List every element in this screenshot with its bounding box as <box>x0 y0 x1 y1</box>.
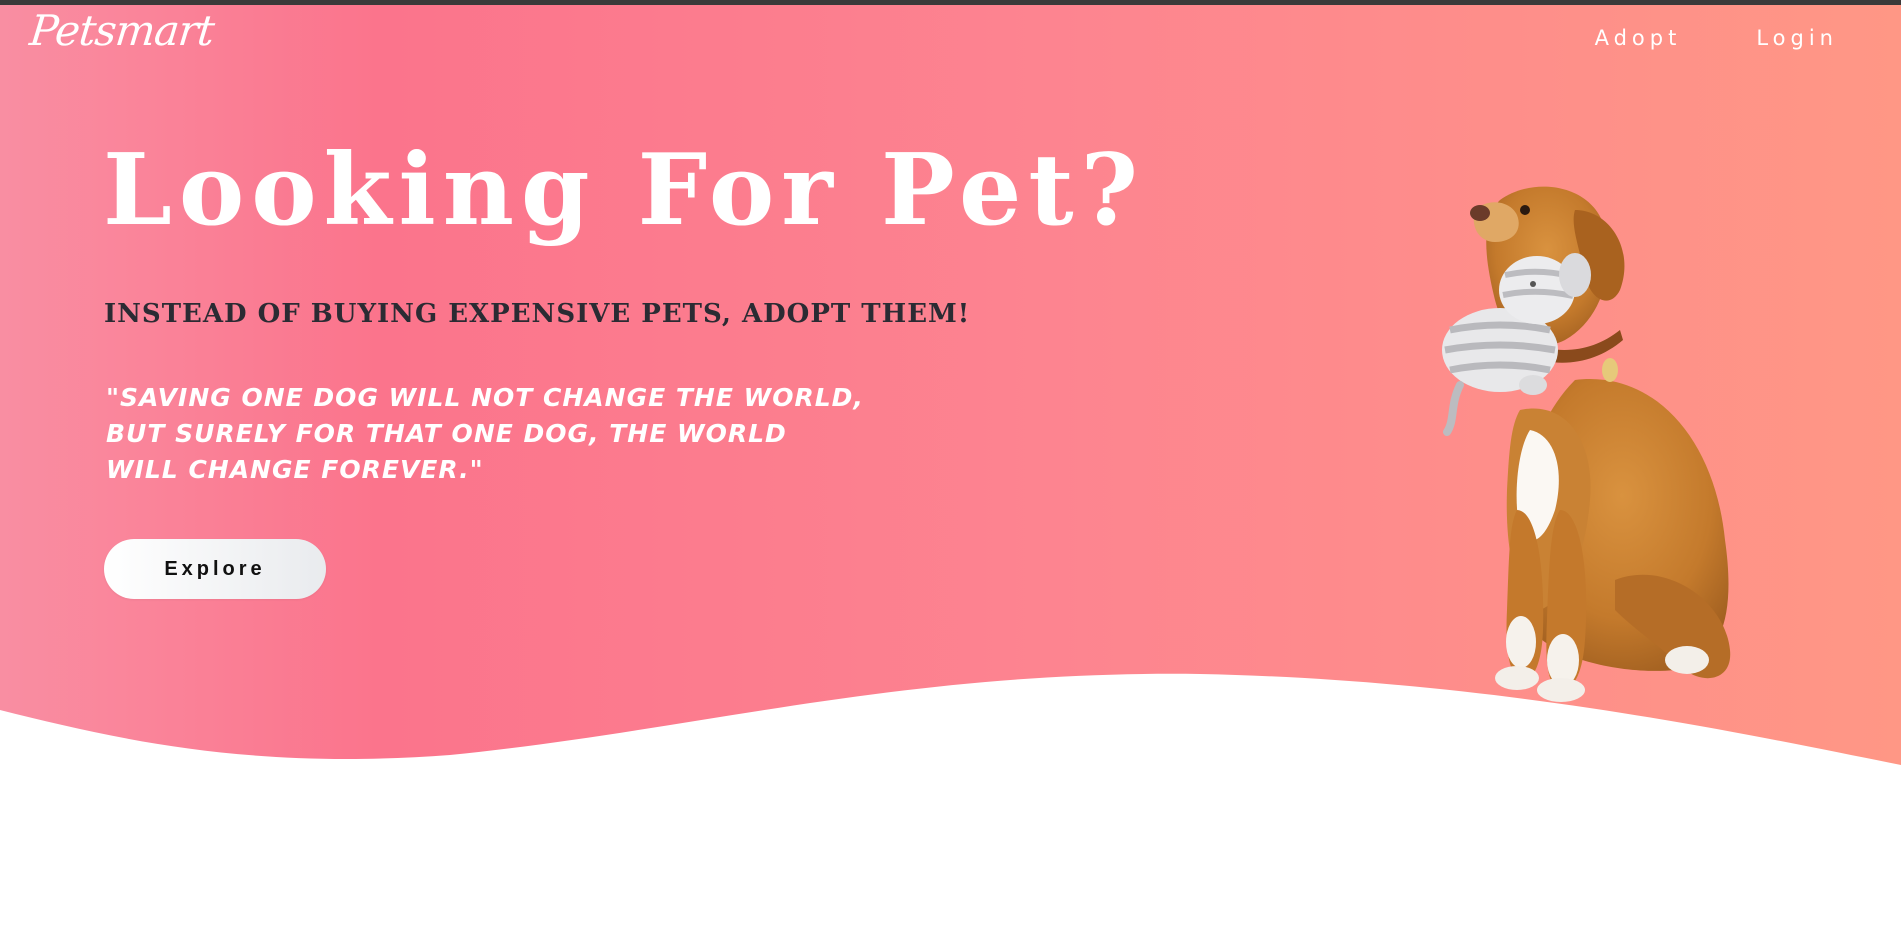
nav-login-link[interactable]: Login <box>1756 26 1838 50</box>
page: Petsmart Adopt Login Looking For Pet? IN… <box>0 0 1901 935</box>
explore-button[interactable]: Explore <box>104 539 326 599</box>
hero-subheadline: INSTEAD OF BUYING EXPENSIVE PETS, ADOPT … <box>104 299 971 329</box>
quote-line: "SAVING ONE DOG WILL NOT CHANGE THE WORL… <box>106 383 864 412</box>
logo[interactable]: Petsmart <box>27 6 216 55</box>
dog-with-toy-icon <box>1425 180 1755 710</box>
nav-adopt-link[interactable]: Adopt <box>1595 26 1682 50</box>
quote-line: BUT SURELY FOR THAT ONE DOG, THE WORLD <box>106 419 787 448</box>
top-border <box>0 0 1901 5</box>
hero-quote: "SAVING ONE DOG WILL NOT CHANGE THE WORL… <box>106 380 864 488</box>
top-nav: Adopt Login <box>1520 26 1838 50</box>
quote-line: WILL CHANGE FOREVER." <box>106 455 484 484</box>
hero-headline: Looking For Pet? <box>103 133 1146 248</box>
